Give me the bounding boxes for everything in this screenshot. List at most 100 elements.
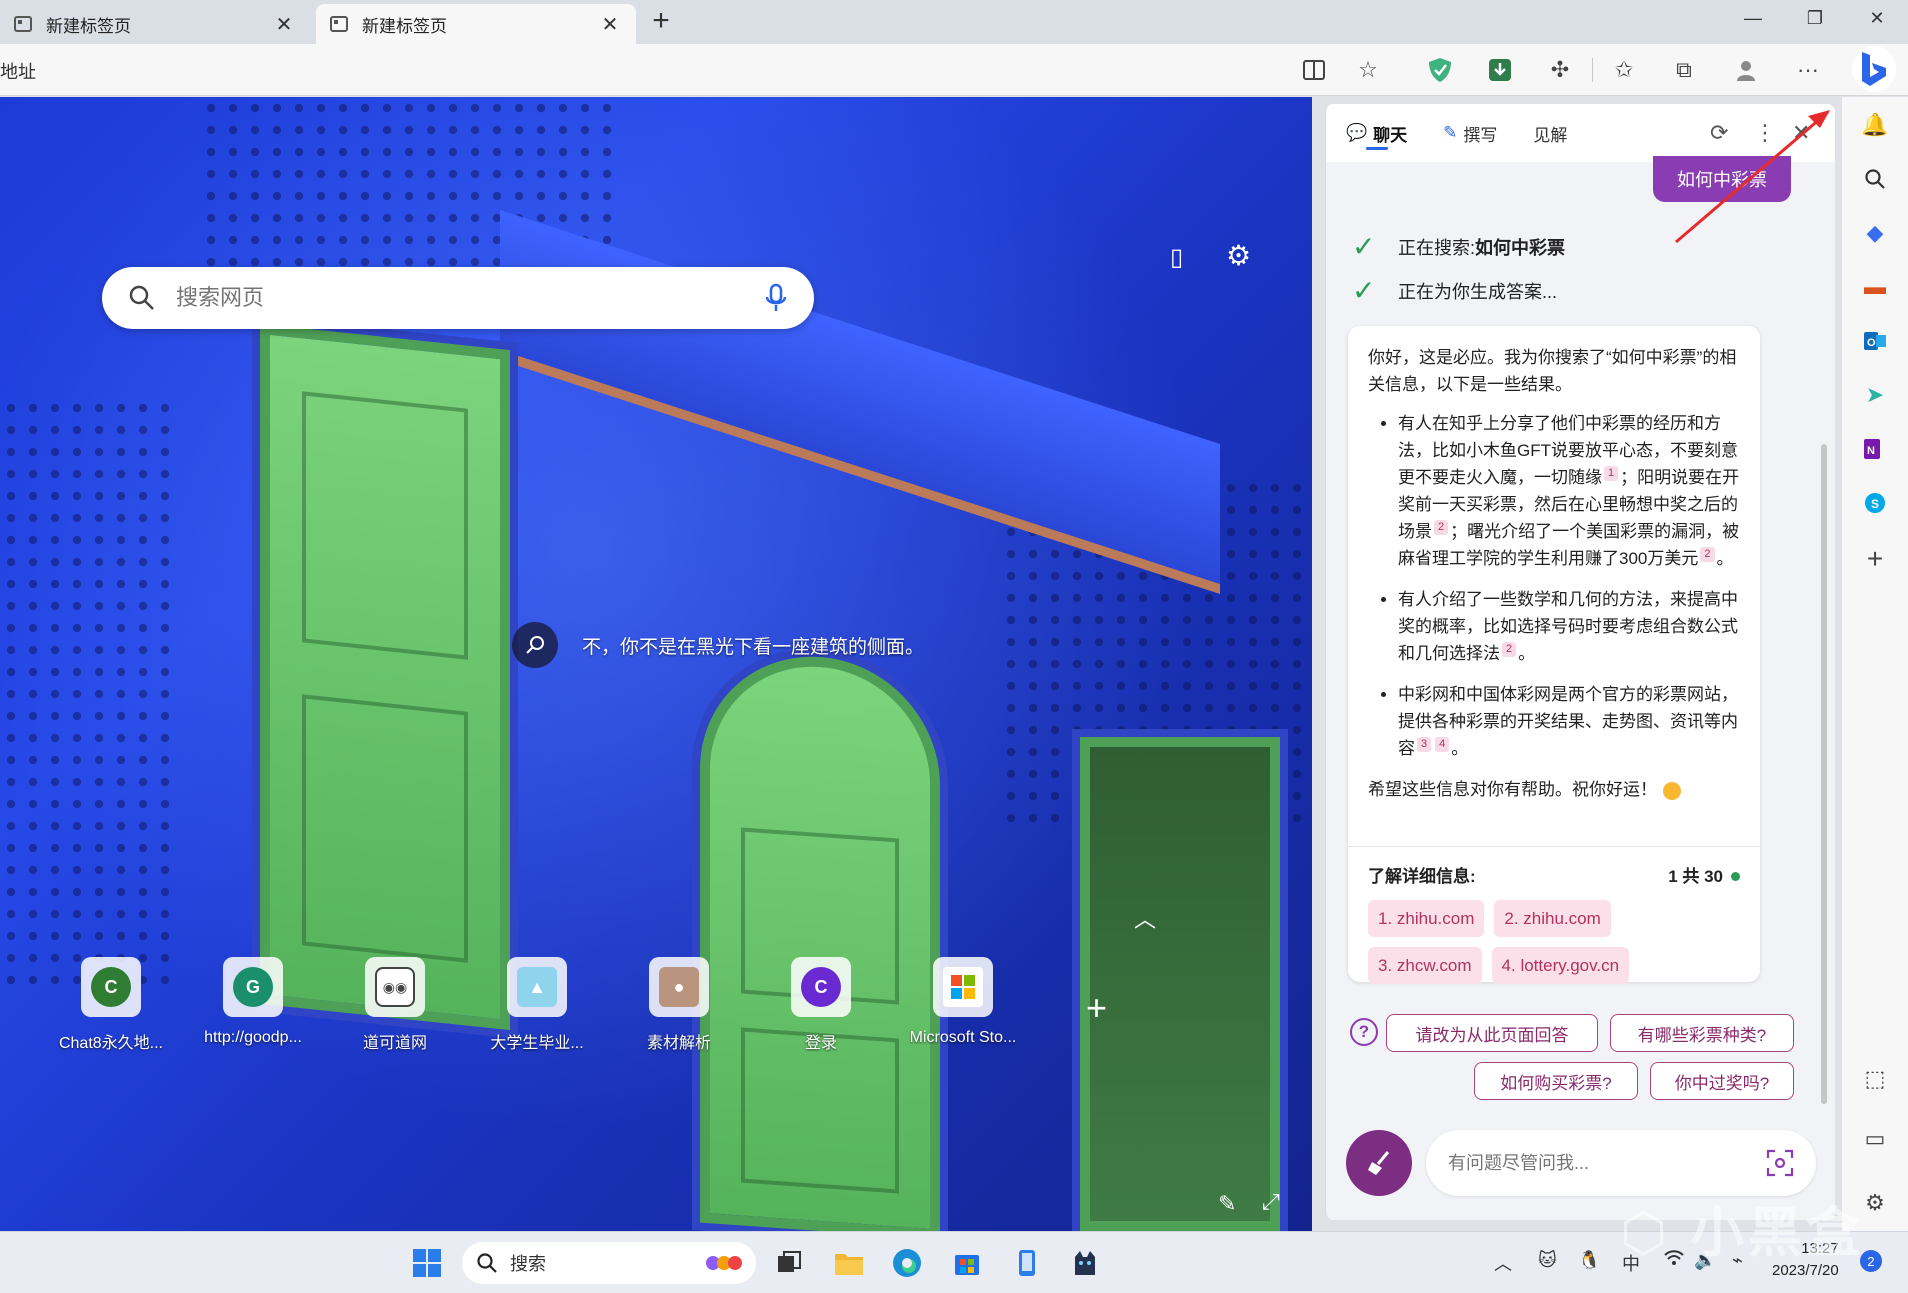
profile-avatar-icon[interactable] — [1732, 56, 1760, 84]
citation-badge[interactable]: 4 — [1435, 737, 1450, 753]
quick-link-tile[interactable]: ◉◉ 道可道网 — [324, 957, 466, 1053]
answer-outro: 希望这些信息对你有帮助。祝你好运！ — [1368, 776, 1740, 803]
qq-penguin-icon[interactable]: 🐧 — [1578, 1250, 1600, 1271]
onenote-icon[interactable]: N — [1859, 433, 1891, 465]
search-icon[interactable] — [1859, 163, 1891, 195]
close-tab-icon[interactable]: ✕ — [598, 12, 622, 37]
newtab-page: ▯ ⚙ 不，你不是在黑光下看一座建筑的侧面。 ︿ C Chat8永久地... G… — [0, 97, 1312, 1231]
taskbar-search-label: 搜索 — [510, 1254, 546, 1274]
red-annotation-arrow — [1675, 110, 1830, 244]
tools-briefcase-icon[interactable]: ▬ — [1859, 271, 1891, 303]
answer-list: 有人在知乎上分享了他们中彩票的经历和方法，比如小木鱼GFT说要放平心态，不要刻意… — [1368, 410, 1740, 762]
quick-link-tile[interactable]: ▲ 大学生毕业... — [466, 957, 608, 1053]
download-extension-icon[interactable] — [1486, 56, 1514, 84]
add-app-icon[interactable]: + — [1859, 543, 1891, 575]
site-favicon-icon: G — [233, 967, 273, 1007]
tab-1[interactable]: 新建标签页 ✕ — [0, 4, 310, 44]
suggestion-chip[interactable]: 你中过奖吗? — [1650, 1062, 1794, 1100]
shopping-tag-icon[interactable]: ◆ — [1859, 217, 1891, 249]
search-highlight-icon — [706, 1256, 742, 1270]
citation-badge[interactable]: 1 — [1604, 466, 1619, 482]
settings-gear-icon[interactable]: ⚙ — [1226, 239, 1251, 272]
status-dot-icon — [1731, 872, 1740, 881]
quick-link-tile[interactable]: G http://goodp... — [182, 957, 324, 1053]
adguard-extension-icon[interactable] — [1426, 56, 1454, 84]
answer-bullet: 有人在知乎上分享了他们中彩票的经历和方法，比如小木鱼GFT说要放平心态，不要刻意… — [1398, 410, 1740, 572]
quick-link-tile[interactable]: ● 素材解析 — [608, 957, 750, 1053]
help-question-icon[interactable]: ? — [1350, 1018, 1378, 1046]
favorite-star-icon[interactable]: ☆ — [1354, 56, 1382, 84]
phone-icon[interactable]: ▯ — [1170, 243, 1183, 272]
sidebar-scrollbar[interactable] — [1821, 444, 1827, 1104]
quick-link-tile[interactable]: C 登录 — [750, 957, 892, 1053]
search-icon — [477, 1253, 497, 1273]
close-window-button[interactable]: ✕ — [1862, 8, 1892, 29]
ask-input[interactable] — [1448, 1152, 1766, 1174]
source-link[interactable]: 4. lottery.gov.cn — [1491, 947, 1630, 984]
task-view-icon[interactable] — [770, 1244, 808, 1282]
quick-link-label: Chat8永久地... — [58, 1035, 164, 1052]
new-tab-button[interactable]: + — [646, 6, 676, 36]
ask-box[interactable] — [1426, 1130, 1816, 1196]
quick-link-label: 登录 — [804, 1035, 837, 1052]
citation-badge[interactable]: 2 — [1434, 520, 1449, 536]
tab-insights[interactable]: 见解 — [1533, 104, 1567, 162]
microphone-icon[interactable] — [764, 283, 788, 313]
svg-text:O: O — [1867, 337, 1876, 349]
tray-overflow-chevron-icon[interactable]: ︿ — [1494, 1250, 1512, 1276]
skype-icon[interactable]: S — [1859, 487, 1891, 519]
file-explorer-icon[interactable] — [830, 1244, 868, 1282]
taskbar-search[interactable]: 搜索 — [462, 1242, 756, 1284]
web-search-input[interactable] — [176, 285, 764, 311]
tray-app-icon[interactable]: 🐱 — [1538, 1250, 1557, 1271]
tab-2[interactable]: 新建标签页 ✕ — [316, 4, 636, 44]
green-shutter-left — [260, 323, 510, 1031]
sidebar-layout-icon[interactable]: ▭ — [1859, 1123, 1891, 1155]
suggestion-chip[interactable]: 如何购买彩票? — [1474, 1062, 1638, 1100]
notification-bell-icon[interactable]: 🔔 — [1859, 109, 1891, 141]
quick-link-tile[interactable]: C Chat8永久地... — [40, 957, 182, 1053]
source-link[interactable]: 1. zhihu.com — [1368, 900, 1485, 937]
send-games-icon[interactable]: ➤ — [1859, 379, 1891, 411]
add-quick-link-icon[interactable]: + — [1086, 987, 1107, 1029]
windows-start-icon[interactable] — [408, 1244, 446, 1282]
collections-icon[interactable]: ⧉ — [1670, 56, 1698, 84]
more-menu-icon[interactable]: ··· — [1794, 56, 1822, 84]
web-search-box[interactable] — [102, 267, 814, 329]
status-searching: ✓ 正在搜索: 如何中彩票 — [1352, 231, 1566, 262]
green-shutter-middle — [700, 648, 940, 1231]
collapse-chevron-icon[interactable]: ︿ — [1134, 902, 1156, 934]
customize-background-icon[interactable]: ✎ — [1218, 1191, 1236, 1217]
quick-link-tile[interactable]: Microsoft Sto... — [892, 957, 1034, 1053]
phone-link-icon[interactable] — [1008, 1244, 1046, 1282]
app-cat-icon[interactable] — [1066, 1244, 1104, 1282]
image-caption[interactable]: 不，你不是在黑光下看一座建筑的侧面。 — [512, 622, 924, 668]
minimize-button[interactable]: — — [1738, 8, 1768, 29]
edge-browser-icon[interactable] — [888, 1244, 926, 1282]
caption-text: 不，你不是在黑光下看一座建筑的侧面。 — [582, 636, 925, 658]
citation-badge[interactable]: 2 — [1502, 642, 1517, 658]
tab-compose[interactable]: ✎ 撰写 — [1443, 104, 1497, 162]
suggestion-chip[interactable]: 有哪些彩票种类? — [1610, 1014, 1794, 1052]
tab-chat[interactable]: 💬 聊天 — [1346, 104, 1407, 162]
close-tab-icon[interactable]: ✕ — [272, 12, 296, 37]
copilot-sidebar: 💬 聊天 ✎ 撰写 见解 ⟳ ⋮ ✕ 如何中彩票 ✓ 正在搜索: 如何中彩票 ✓ 正… — [1325, 104, 1835, 1220]
source-link[interactable]: 2. zhihu.com — [1494, 900, 1611, 937]
screenshot-capture-icon[interactable]: ⬚ — [1859, 1063, 1891, 1095]
fullscreen-expand-icon[interactable]: ⤢ — [1262, 1189, 1280, 1215]
address-input[interactable]: 地址 — [0, 58, 36, 84]
split-screen-icon[interactable] — [1300, 56, 1328, 84]
bing-copilot-button[interactable] — [1852, 46, 1896, 92]
new-topic-broom-button[interactable] — [1346, 1130, 1412, 1196]
citation-badge[interactable]: 3 — [1417, 737, 1432, 753]
microsoft-store-icon[interactable] — [948, 1244, 986, 1282]
suggestion-chip[interactable]: 请改为从此页面回答 — [1386, 1014, 1598, 1052]
outlook-icon[interactable]: O — [1859, 325, 1891, 357]
extensions-puzzle-icon[interactable]: ✣ — [1546, 56, 1574, 84]
favorites-icon[interactable]: ✩ — [1610, 56, 1638, 84]
visual-search-scan-icon[interactable] — [1766, 1149, 1794, 1177]
citation-badge[interactable]: 2 — [1700, 547, 1715, 563]
search-icon — [129, 285, 154, 310]
source-link[interactable]: 3. zhcw.com — [1368, 947, 1482, 984]
restore-button[interactable]: ❐ — [1800, 8, 1830, 29]
